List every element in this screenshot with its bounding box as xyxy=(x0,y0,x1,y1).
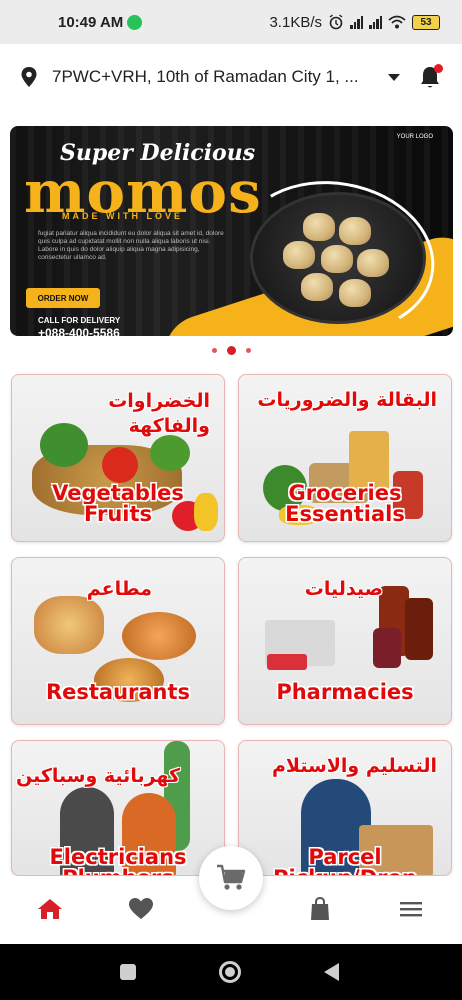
momo-dumpling xyxy=(339,279,371,307)
category-card-restaurants[interactable]: مطاعم Restaurants xyxy=(11,557,225,725)
momo-dumpling xyxy=(301,273,333,301)
category-english-label-2: Essentials xyxy=(285,502,405,526)
category-arabic-label: التسليم والاستلام xyxy=(271,755,437,777)
momo-dumpling xyxy=(303,213,335,241)
banner-body-text: fugiat pariatur aliqua incididunt eu dol… xyxy=(38,230,224,261)
category-english-label: Restaurants xyxy=(45,680,191,704)
category-arabic-label: البقالة والضروريات xyxy=(257,389,437,411)
category-arabic-label: مطاعم xyxy=(86,578,152,600)
home-system-icon[interactable] xyxy=(219,961,241,983)
signal-icon-1 xyxy=(350,15,363,29)
delivery-address[interactable]: 7PWC+VRH, 10th of Ramadan City 1, ... xyxy=(52,67,374,87)
recents-icon[interactable] xyxy=(120,964,136,980)
momo-dumpling xyxy=(321,245,353,273)
momo-dumpling xyxy=(357,249,389,277)
category-arabic-label: كهربائية وسباكين xyxy=(16,765,180,787)
signal-icon-2 xyxy=(369,15,382,29)
category-card-groceries[interactable]: البقالة والضروريات Groceries Essentials xyxy=(238,374,452,542)
notifications-button[interactable] xyxy=(418,64,443,90)
pager-dot[interactable] xyxy=(211,348,217,353)
tomato-image xyxy=(102,447,138,483)
shopping-bag-icon xyxy=(311,896,329,920)
nav-menu[interactable] xyxy=(398,896,424,922)
call-for-delivery-label: CALL FOR DELIVERY xyxy=(38,316,121,325)
momo-dumpling xyxy=(339,217,371,245)
nav-home[interactable] xyxy=(37,896,63,922)
banner-pager xyxy=(0,346,462,355)
heart-icon xyxy=(129,898,153,919)
cabbage-image xyxy=(150,435,190,471)
category-card-pharmacies[interactable]: صيدليات Pharmacies xyxy=(238,557,452,725)
medicine-bottle-image xyxy=(373,628,401,668)
pill-blister-image xyxy=(267,654,307,670)
nav-favorites[interactable] xyxy=(128,896,154,922)
location-pin-icon xyxy=(21,67,37,87)
promo-banner[interactable]: YOUR LOGO Super Delicious momos MADE WIT… xyxy=(10,126,453,336)
pager-dot[interactable] xyxy=(245,348,251,353)
alarm-icon xyxy=(329,14,343,30)
banner-logo: YOUR LOGO xyxy=(396,134,433,140)
location-bar[interactable]: 7PWC+VRH, 10th of Ramadan City 1, ... xyxy=(0,44,462,110)
pager-dot-active[interactable] xyxy=(226,346,236,355)
category-arabic-label: صيدليات xyxy=(304,578,383,600)
momo-dumpling xyxy=(283,241,315,269)
order-now-button[interactable]: ORDER NOW xyxy=(26,288,100,308)
status-indicators: 3.1KB/s 53 xyxy=(269,14,440,31)
whatsapp-notification-icon xyxy=(127,14,143,30)
back-icon[interactable] xyxy=(324,963,339,981)
category-english-label: Parcel xyxy=(308,845,382,869)
notification-badge xyxy=(434,64,443,73)
banner-decoration xyxy=(413,320,447,328)
status-time: 10:49 AM xyxy=(58,13,124,31)
banner-tagline: MADE WITH LOVE xyxy=(62,211,183,221)
category-arabic-label: الخضراوات والفاكهة xyxy=(108,390,210,437)
network-speed: 3.1KB/s xyxy=(269,13,322,31)
category-english-label: Groceries xyxy=(288,481,402,505)
medicine-bottle-image xyxy=(405,598,433,660)
nav-orders[interactable] xyxy=(307,896,333,922)
category-english-label: Electricians xyxy=(49,845,187,869)
delivery-phone[interactable]: +088-400-5586 xyxy=(38,326,120,336)
category-card-vegetables[interactable]: الخضراوات والفاكهة Vegetables Fruits xyxy=(11,374,225,542)
home-icon xyxy=(38,899,62,919)
pizza-image xyxy=(34,596,104,654)
category-card-parcel[interactable]: التسليم والاستلام Parcel Pickup/Drop xyxy=(238,740,452,876)
momo-plate-image xyxy=(250,192,426,324)
menu-icon xyxy=(400,902,422,917)
category-english-label-2: Plumbers xyxy=(12,868,224,876)
system-navigation-bar xyxy=(0,944,462,1000)
battery-icon: 53 xyxy=(412,14,440,30)
category-english-label: Pharmacies xyxy=(276,680,414,704)
roast-chicken-image xyxy=(122,612,196,660)
cart-icon xyxy=(217,864,246,890)
wifi-icon xyxy=(388,15,406,29)
category-english-label: Vegetables xyxy=(52,481,184,505)
chevron-down-icon[interactable] xyxy=(388,73,400,81)
category-english-label-2: Fruits xyxy=(83,502,153,526)
status-bar: 10:49 AM 3.1KB/s 53 xyxy=(0,0,462,44)
cart-button[interactable] xyxy=(199,846,263,910)
category-card-electricians[interactable]: كهربائية وسباكين Electricians Plumbers xyxy=(11,740,225,876)
category-english-label-2: Pickup/Drop xyxy=(239,868,451,876)
